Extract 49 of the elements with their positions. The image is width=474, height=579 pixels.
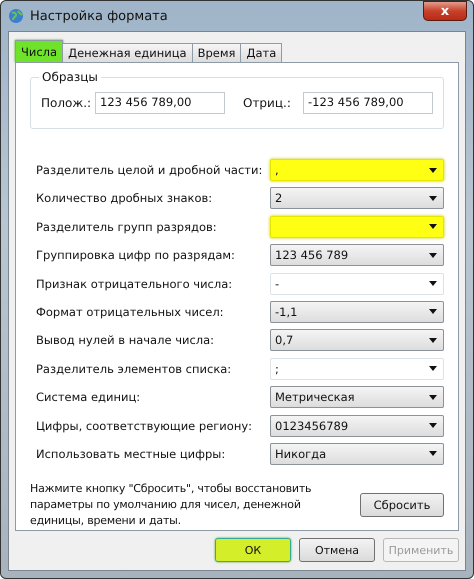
dropdown[interactable]: 0,7 (270, 329, 444, 352)
reset-button[interactable]: Сбросить (360, 492, 444, 517)
dropdown[interactable]: 2 (270, 187, 444, 210)
close-button[interactable]: x (423, 1, 467, 21)
tab[interactable]: Денежная единица (62, 43, 193, 62)
caret-icon (429, 252, 437, 258)
tab[interactable]: Числа (15, 40, 64, 62)
caret-icon (429, 281, 437, 286)
dropdown[interactable]: Никогда (270, 442, 444, 465)
setting-label: Разделитель целой и дробной части: (36, 163, 262, 177)
caret-icon (429, 423, 437, 428)
tab[interactable]: Время (192, 43, 242, 62)
caret-icon (429, 309, 437, 314)
setting-label: Группировка цифр по разрядам: (36, 248, 235, 262)
caret-icon (429, 366, 437, 372)
caret-icon (429, 168, 437, 172)
setting-label: Использовать местные цифры: (36, 446, 226, 461)
caret-icon (429, 451, 437, 456)
setting-label: Вывод нулей в начале числа: (36, 333, 214, 348)
tab[interactable]: Дата (240, 43, 282, 62)
globe-icon (8, 8, 24, 24)
setting-label: Формат отрицательных чисел: (36, 304, 224, 319)
dropdown[interactable]: , (270, 159, 444, 181)
caret-icon (429, 394, 437, 400)
sample-label: Полож.: (41, 96, 92, 110)
caret-icon (429, 338, 437, 343)
dropdown[interactable]: ; (270, 358, 444, 380)
dropdown[interactable]: 123 456 789 (270, 244, 444, 266)
dropdown[interactable]: Метрическая (270, 386, 444, 408)
caret-icon (429, 196, 437, 201)
dialog-button[interactable]: ОК (215, 538, 291, 562)
group-title: Образцы (39, 70, 101, 84)
dropdown[interactable]: 0123456789 (270, 414, 444, 437)
setting-label: Разделитель групп разрядов: (36, 220, 217, 234)
dropdown[interactable]: - (270, 272, 444, 295)
sample-label: Отриц.: (243, 96, 292, 110)
dialog-button[interactable]: Отмена (299, 538, 375, 562)
dropdown[interactable]: -1,1 (270, 300, 444, 323)
setting-label: Цифры, соответствующие региону: (36, 418, 252, 433)
setting-label: Количество дробных знаков: (36, 191, 212, 206)
window-title: Настройка формата (30, 8, 168, 24)
sample-field: -123 456 789,00 (303, 92, 433, 114)
sample-field: 123 456 789,00 (95, 92, 225, 114)
dropdown[interactable] (270, 216, 444, 238)
reset-description: Нажмите кнопку "Сбросить", чтобы восстановить параметры по умолчанию для чисел, денежной единицы, времени и даты. (30, 480, 312, 529)
setting-label: Разделитель элементов списка: (36, 362, 232, 376)
setting-label: Признак отрицательного числа: (36, 276, 232, 291)
setting-label: Система единиц: (36, 390, 140, 404)
caret-icon (429, 224, 437, 230)
